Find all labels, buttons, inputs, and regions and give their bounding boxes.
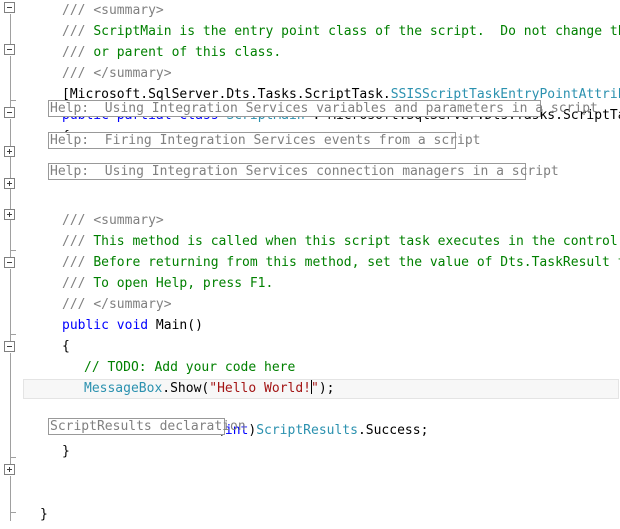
collapsed-region-help-events[interactable]: Help: Firing Integration Services events… xyxy=(48,132,480,149)
code-token: ScriptMain is the entry point class of t… xyxy=(93,24,620,39)
fold-guide-line xyxy=(10,269,11,341)
code-token: /// xyxy=(62,255,94,270)
fold-collapse-icon[interactable] xyxy=(4,2,15,13)
fold-guide-tick xyxy=(10,512,16,513)
fold-expand-icon[interactable] xyxy=(4,464,15,475)
code-text-surface[interactable]: namespace ST_dcc72e33a7df476fbe6f0fbd062… xyxy=(22,0,620,529)
code-line[interactable]: /// To open Help, press F1. xyxy=(62,273,273,294)
code-token: /// xyxy=(62,24,94,39)
code-token: <summary> xyxy=(93,213,164,228)
fold-collapse-icon[interactable] xyxy=(4,44,15,55)
fold-guide-tick xyxy=(10,250,16,251)
code-line[interactable]: /// This method is called when this scri… xyxy=(62,231,620,252)
code-token: ScriptResults xyxy=(256,423,358,438)
fold-collapse-icon[interactable] xyxy=(4,341,15,352)
collapsed-region-help-variables[interactable]: Help: Using Integration Services variabl… xyxy=(48,100,598,117)
fold-guide-line xyxy=(10,14,11,44)
code-token: /// xyxy=(62,297,94,312)
code-token: } xyxy=(62,444,70,459)
code-token: "Hello World! xyxy=(209,381,311,396)
code-token: /// xyxy=(62,3,94,18)
code-token: <summary> xyxy=(93,3,164,18)
code-token: MessageBox xyxy=(84,381,163,396)
code-token: .Success; xyxy=(357,423,429,438)
code-line[interactable]: /// Before returning from this method, s… xyxy=(62,252,620,273)
code-line[interactable]: MessageBox.Show("Hello World!"); xyxy=(84,378,334,399)
fold-guide-tick xyxy=(10,334,16,335)
code-token: " xyxy=(311,381,319,396)
code-token: </summary> xyxy=(93,66,172,81)
code-editor[interactable]: namespace ST_dcc72e33a7df476fbe6f0fbd062… xyxy=(0,0,620,529)
collapsed-region-help-connections[interactable]: Help: Using Integration Services connect… xyxy=(48,163,559,180)
code-token: </summary> xyxy=(93,297,172,312)
code-line[interactable]: } xyxy=(62,441,70,462)
code-token: // TODO: Add your code here xyxy=(84,360,296,375)
fold-expand-icon[interactable] xyxy=(4,178,15,189)
code-token: } xyxy=(40,507,48,522)
code-line[interactable]: public void Main() xyxy=(62,315,203,336)
code-line[interactable]: /// <summary> xyxy=(62,0,164,21)
fold-margin[interactable] xyxy=(0,0,22,529)
collapsed-region-scriptresults-declaration[interactable]: ScriptResults declaration xyxy=(48,418,246,435)
code-line[interactable]: { xyxy=(62,336,70,357)
code-token: Main() xyxy=(148,318,203,333)
fold-guide-tick xyxy=(10,100,16,101)
code-token: To open Help, press F1. xyxy=(93,276,274,291)
code-line[interactable]: } xyxy=(40,504,48,525)
fold-collapse-icon[interactable] xyxy=(4,107,15,118)
code-token: /// xyxy=(62,234,94,249)
code-token: ); xyxy=(318,381,335,396)
fold-expand-icon[interactable] xyxy=(4,146,15,157)
code-token: /// xyxy=(62,66,94,81)
code-token: public xyxy=(62,318,109,333)
code-token: This method is called when this script t… xyxy=(93,234,620,249)
code-token: { xyxy=(62,339,70,354)
code-token: /// xyxy=(62,45,94,60)
code-line[interactable]: /// <summary> xyxy=(62,210,164,231)
code-line[interactable]: // TODO: Add your code here xyxy=(84,357,295,378)
code-token: /// xyxy=(62,213,94,228)
code-line[interactable]: /// ScriptMain is the entry point class … xyxy=(62,21,620,42)
code-token: or parent of this class. xyxy=(93,45,282,60)
code-line[interactable]: } xyxy=(24,525,32,529)
code-token: void xyxy=(116,318,149,333)
code-token: /// xyxy=(62,276,94,291)
code-line[interactable]: /// </summary> xyxy=(62,294,172,315)
fold-guide-line xyxy=(10,353,11,464)
code-line[interactable]: /// or parent of this class. xyxy=(62,42,281,63)
fold-guide-line xyxy=(10,476,11,521)
fold-collapse-icon[interactable] xyxy=(4,257,15,268)
code-token: Before returning from this method, set t… xyxy=(93,255,620,270)
code-token: .Show( xyxy=(162,381,210,396)
code-line[interactable]: /// </summary> xyxy=(62,63,172,84)
fold-guide-tick xyxy=(10,457,16,458)
fold-expand-icon[interactable] xyxy=(4,209,15,220)
